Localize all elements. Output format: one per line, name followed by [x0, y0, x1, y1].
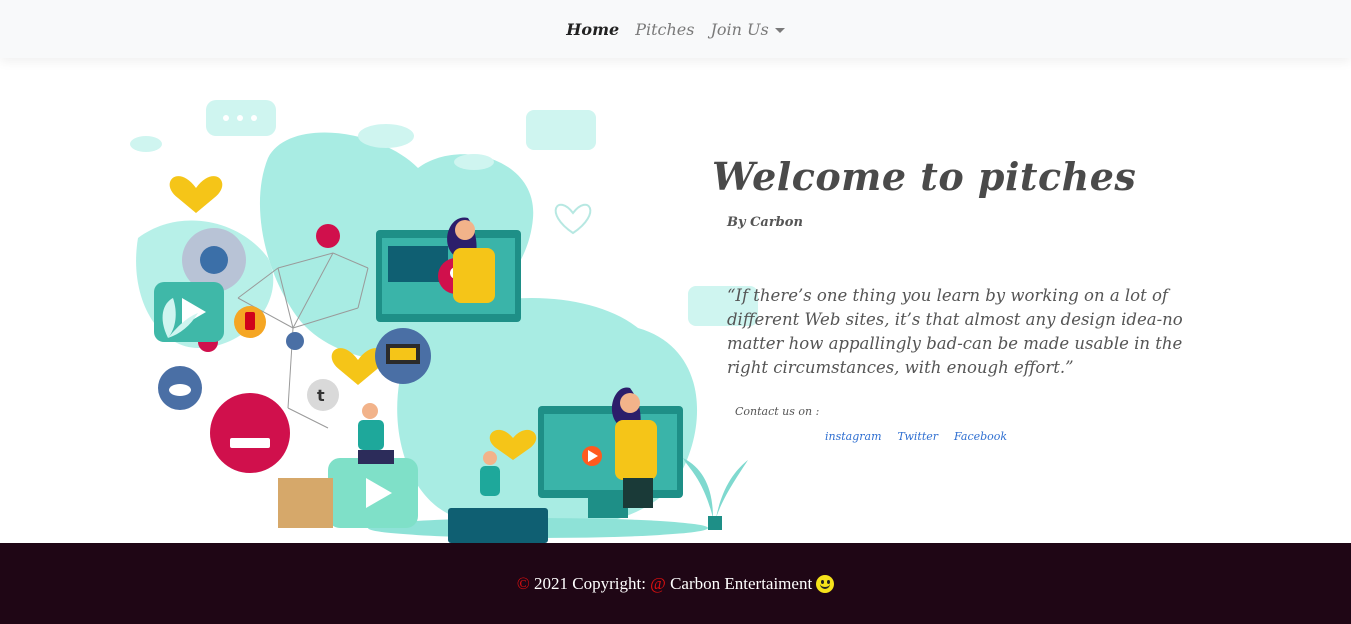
at-symbol: @: [650, 573, 666, 593]
heart-outline: [554, 203, 592, 235]
contact-label: Contact us on :: [735, 405, 820, 418]
company-name: Carbon Entertaiment: [670, 573, 813, 593]
join-us-label: Join Us: [710, 19, 769, 39]
twitter-link[interactable]: Twitter: [898, 430, 939, 443]
hero-illustration: t: [130, 100, 758, 543]
navbar: Home Pitches Join Us: [0, 0, 1351, 58]
lock-circle-icon: [286, 332, 304, 350]
smiley-emoji-icon: [816, 574, 835, 593]
nav-item-pitches: Pitches: [635, 20, 694, 39]
quote-text: “If there’s one thing you learn by worki…: [727, 286, 1183, 377]
cloud-1: [358, 124, 414, 148]
instagram-link[interactable]: instagram: [825, 430, 882, 443]
copyright-symbol: ©: [516, 573, 530, 593]
monitor-circle-icon: [316, 224, 340, 248]
nav-link-home[interactable]: Home: [566, 20, 619, 39]
copyright-year: 2021 Copyright:: [534, 573, 646, 593]
cardboard-box: [278, 478, 333, 528]
footer: © 2021 Copyright: @ Carbon Entertaiment: [0, 543, 1351, 624]
nav-dropdown-join-us[interactable]: Join Us: [710, 19, 785, 39]
cloud-3: [454, 154, 494, 170]
nav-link-pitches[interactable]: Pitches: [635, 20, 694, 39]
byline: By Carbon: [727, 215, 803, 230]
social-links: instagram Twitter Facebook: [825, 430, 1007, 443]
hero-section: t Welcome to pitches By Carbon “If there…: [0, 58, 1351, 543]
nav-item-join-us: Join Us: [710, 19, 785, 39]
plant-right: [683, 458, 748, 530]
facebook-link[interactable]: Facebook: [954, 430, 1007, 443]
man-left: [358, 403, 394, 464]
speech-bubble-right: [526, 110, 596, 150]
page-title: Welcome to pitches: [712, 154, 1137, 199]
tablet: [448, 508, 548, 543]
svg-text:t: t: [317, 386, 325, 405]
dropdown-caret-icon: [774, 27, 785, 33]
yellow-heart-1: [169, 176, 223, 213]
nav-list: Home Pitches Join Us: [566, 19, 785, 39]
cloud-2: [130, 136, 162, 152]
router-circle-icon: [210, 393, 290, 473]
nav-item-home: Home: [566, 20, 619, 39]
